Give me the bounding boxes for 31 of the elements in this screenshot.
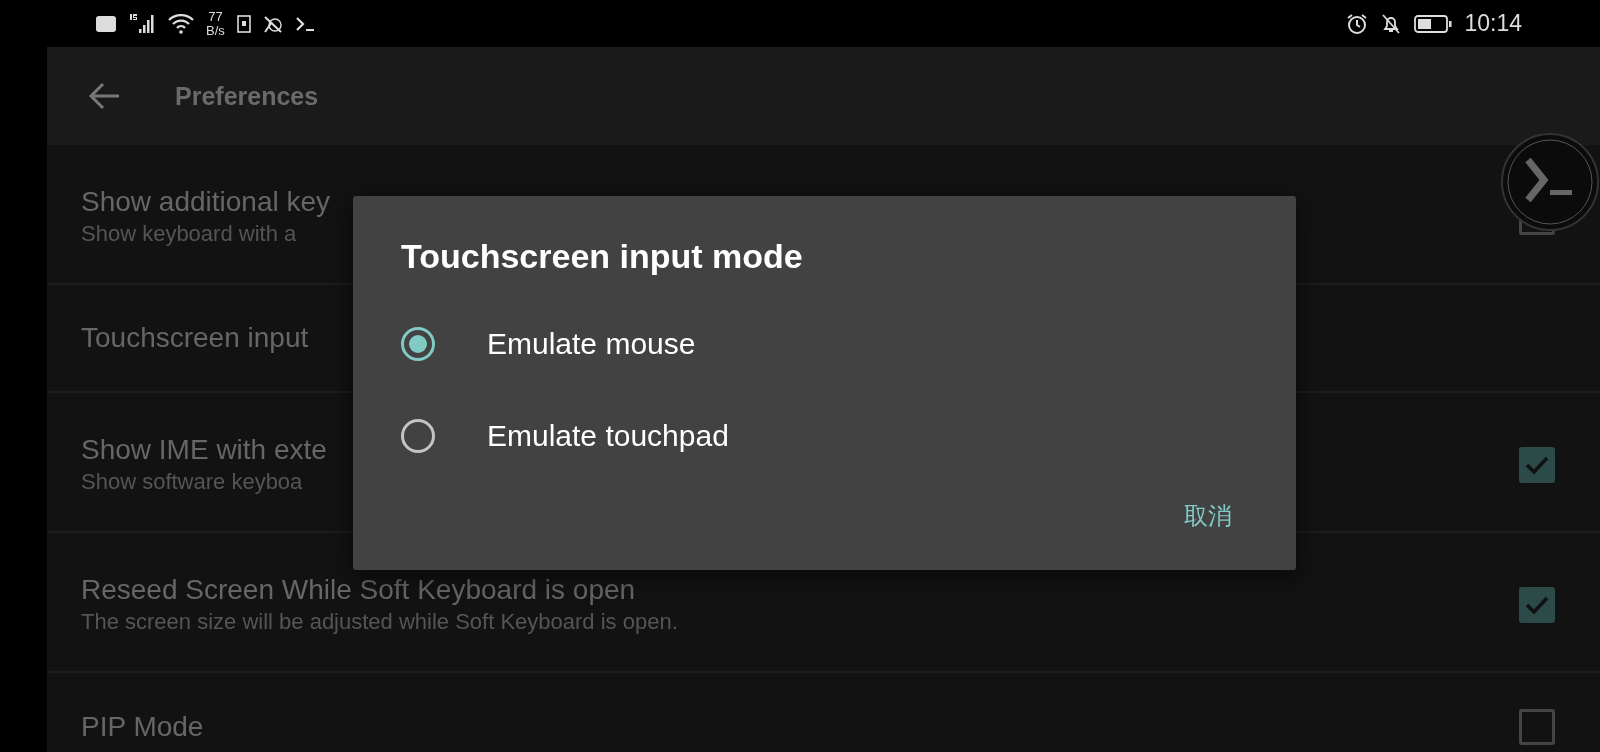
checkmark-icon <box>1525 455 1549 475</box>
preference-title[interactable]: Reseed Screen While Soft Keyboard is open <box>81 573 678 607</box>
preference-title[interactable]: Touchscreen input <box>81 321 309 355</box>
muted-bell-icon <box>1380 12 1403 35</box>
radio-option[interactable]: Emulate mouse <box>401 298 696 390</box>
checkbox[interactable] <box>1519 587 1555 623</box>
network-speed-unit: B/s <box>206 23 225 38</box>
crossed-circle-icon <box>262 13 283 34</box>
preference-summary: Show software keyboa <box>81 468 304 496</box>
preference-title[interactable]: PIP Mode <box>81 710 204 744</box>
preference-title[interactable]: Show additional key <box>81 185 331 219</box>
screen-title: Preferences <box>175 81 319 111</box>
terminal-icon <box>294 15 315 32</box>
sim-card-icon <box>236 14 251 33</box>
checkmark-icon <box>1525 595 1549 615</box>
alarm-icon <box>1346 12 1369 35</box>
preference-summary: Show keyboard with a <box>81 220 298 248</box>
radio-option[interactable]: Emulate touchpad <box>401 390 729 482</box>
back-arrow-icon <box>87 81 121 111</box>
checkbox[interactable] <box>1519 447 1555 483</box>
preference-title[interactable]: Show IME with exte <box>81 433 327 467</box>
signal-icon <box>128 12 156 35</box>
battery-icon <box>1414 13 1453 34</box>
dialog-title: Touchscreen input mode <box>401 236 804 277</box>
wifi-icon <box>168 13 194 34</box>
floating-terminal-bubble-overlay[interactable] <box>1500 132 1600 232</box>
clock: 10:14 <box>1464 10 1522 37</box>
cancel-button[interactable]: 取消 <box>1176 492 1240 540</box>
network-speed-value: 77 <box>208 9 223 24</box>
checkbox[interactable] <box>1519 709 1555 745</box>
preference-summary: The screen size will be adjusted while Soft Keyboard is open. <box>81 608 678 636</box>
